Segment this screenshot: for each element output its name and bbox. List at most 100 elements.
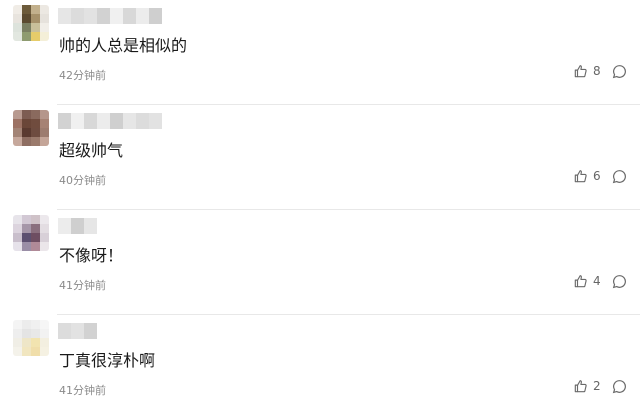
avatar[interactable] [13,215,49,251]
blur-tile [84,323,97,339]
avatar-mosaic-tile [31,320,40,329]
blur-tile [58,8,71,24]
avatar-mosaic-tile [22,215,31,224]
avatar-mosaic-tile [40,137,49,146]
blur-tile [97,113,110,129]
comment-item: 超级帅气 40分钟前 6 [0,105,640,210]
username-blurred[interactable] [58,113,162,129]
avatar-mosaic-tile [13,23,22,32]
comment-bubble-icon [612,64,628,79]
thumbs-up-icon [574,64,588,78]
avatar-mosaic-tile [31,338,40,347]
comment-text: 超级帅气 [59,141,124,160]
blur-tile [58,113,71,129]
avatar-mosaic-tile [22,224,31,233]
blur-tile [71,218,84,234]
avatar-mosaic-tile [13,233,22,242]
avatar[interactable] [13,320,49,356]
like-count: 8 [593,64,601,78]
avatar-mosaic-tile [13,5,22,14]
avatar-mosaic-tile [31,110,40,119]
avatar-mosaic-tile [13,242,22,251]
comment-bubble-icon [612,169,628,184]
avatar-mosaic-tile [13,320,22,329]
avatar-mosaic-tile [31,347,40,356]
like-button[interactable]: 8 [574,64,601,78]
avatar-mosaic-tile [31,215,40,224]
thumbs-up-icon [574,169,588,183]
avatar-mosaic-tile [40,347,49,356]
blur-tile [97,8,110,24]
avatar-mosaic-tile [40,224,49,233]
username-blurred[interactable] [58,323,97,339]
like-button[interactable]: 6 [574,169,601,183]
blur-tile [84,218,97,234]
avatar-mosaic-tile [13,32,22,41]
blur-tile [84,8,97,24]
avatar-mosaic-tile [13,119,22,128]
avatar-mosaic-tile [22,320,31,329]
avatar-mosaic-tile [31,23,40,32]
avatar-mosaic-tile [40,5,49,14]
like-count: 4 [593,274,601,288]
blur-tile [110,113,123,129]
avatar-mosaic-tile [31,329,40,338]
blur-tile [71,113,84,129]
avatar-mosaic-tile [40,110,49,119]
reply-button[interactable] [612,274,628,290]
avatar-mosaic-tile [22,128,31,137]
thumbs-up-icon [574,274,588,288]
blur-tile [123,8,136,24]
avatar-mosaic-tile [40,23,49,32]
blur-tile [149,113,162,129]
avatar-mosaic-tile [31,119,40,128]
comment-time: 42分钟前 [59,69,106,82]
avatar-mosaic-tile [13,347,22,356]
avatar-mosaic-tile [40,32,49,41]
avatar-mosaic-tile [22,329,31,338]
avatar[interactable] [13,5,49,41]
avatar-mosaic-tile [31,5,40,14]
comment-item: 丁真很淳朴啊 41分钟前 2 [0,315,640,420]
blur-tile [110,8,123,24]
comment-time: 40分钟前 [59,174,106,187]
like-button[interactable]: 2 [574,379,601,393]
comment-bubble-icon [612,379,628,394]
blur-tile [58,323,71,339]
avatar-mosaic-tile [40,320,49,329]
like-count: 2 [593,379,601,393]
blur-tile [123,113,136,129]
reply-button[interactable] [612,64,628,80]
reply-button[interactable] [612,169,628,185]
thumbs-up-icon [574,379,588,393]
avatar-mosaic-tile [22,110,31,119]
avatar-mosaic-tile [13,329,22,338]
blur-tile [58,218,71,234]
avatar[interactable] [13,110,49,146]
username-blurred[interactable] [58,8,162,24]
comment-bubble-icon [612,274,628,289]
avatar-mosaic-tile [40,329,49,338]
avatar-mosaic-tile [22,233,31,242]
avatar-mosaic-tile [31,233,40,242]
comment-time: 41分钟前 [59,279,106,292]
avatar-mosaic-tile [40,128,49,137]
avatar-mosaic-tile [40,338,49,347]
like-button[interactable]: 4 [574,274,601,288]
avatar-mosaic-tile [22,338,31,347]
username-blurred[interactable] [58,218,97,234]
avatar-mosaic-tile [40,215,49,224]
avatar-mosaic-tile [40,119,49,128]
avatar-mosaic-tile [31,137,40,146]
avatar-mosaic-tile [13,128,22,137]
like-count: 6 [593,169,601,183]
reply-button[interactable] [612,379,628,395]
avatar-mosaic-tile [31,32,40,41]
avatar-mosaic-tile [13,224,22,233]
avatar-mosaic-tile [22,242,31,251]
comment-item: 帅的人总是相似的 42分钟前 8 [0,0,640,105]
comment-text: 丁真很淳朴啊 [59,351,156,370]
blur-tile [71,8,84,24]
avatar-mosaic-tile [22,32,31,41]
avatar-mosaic-tile [13,14,22,23]
